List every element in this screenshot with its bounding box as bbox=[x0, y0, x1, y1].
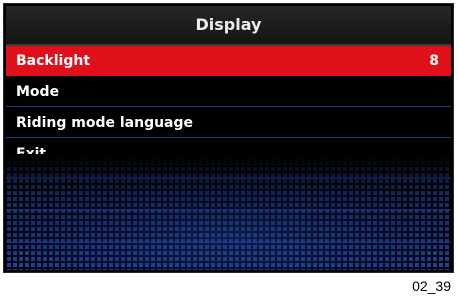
backlight-value: 8 bbox=[429, 53, 439, 69]
figure-caption: 02_39 bbox=[412, 278, 451, 294]
menu-item-backlight[interactable]: Backlight 8 bbox=[6, 46, 451, 76]
menu-item-label: Riding mode language bbox=[16, 115, 194, 131]
dashboard-screen: Display Backlight 8 Mode Riding mode lan… bbox=[6, 6, 451, 270]
menu-item-label: Backlight bbox=[16, 53, 91, 69]
menu-item-riding-mode-language[interactable]: Riding mode language bbox=[6, 108, 451, 138]
screen-title: Display bbox=[6, 6, 451, 46]
menu-item-label: Mode bbox=[16, 84, 60, 100]
dot-grid-graphic bbox=[6, 154, 451, 270]
menu-item-mode[interactable]: Mode bbox=[6, 77, 451, 107]
background-pattern bbox=[6, 154, 451, 270]
display-screen-frame: Display Backlight 8 Mode Riding mode lan… bbox=[3, 3, 454, 273]
